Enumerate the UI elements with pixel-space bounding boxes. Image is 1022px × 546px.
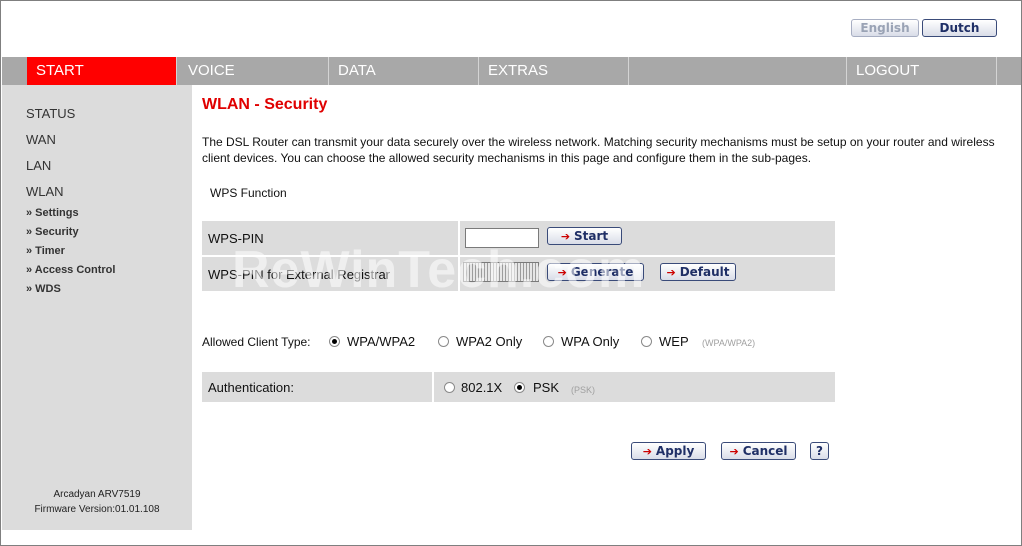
arrow-icon: ➔ — [729, 445, 739, 458]
wps-ext-label: WPS-PIN for External Registrar — [208, 267, 391, 282]
firmware-version: Firmware Version:01.01.108 — [34, 504, 160, 515]
sidebar-subitem-security[interactable]: » Security — [26, 226, 79, 238]
help-button[interactable]: ? — [810, 442, 829, 460]
wps-start-label: Start — [574, 229, 609, 243]
nav-extras[interactable]: EXTRAS — [479, 57, 629, 85]
auth-label: Authentication: — [208, 380, 295, 395]
sidebar-subitem-settings[interactable]: » Settings — [26, 207, 79, 219]
apply-label: Apply — [655, 444, 695, 458]
sidebar-item-wan[interactable]: WAN — [26, 132, 56, 147]
wps-start-button[interactable]: ➔ Start — [547, 227, 622, 245]
radio-psk[interactable] — [514, 382, 525, 393]
arrow-icon: ➔ — [557, 266, 567, 279]
option-psk[interactable]: PSK — [533, 380, 559, 395]
radio-wpa-wpa2[interactable] — [329, 336, 340, 347]
wps-default-label: Default — [679, 265, 730, 279]
client-type-label: Allowed Client Type: — [202, 335, 311, 349]
option-wpa-wpa2[interactable]: WPA/WPA2 — [347, 334, 415, 349]
nav-spacer — [629, 57, 847, 85]
wps-pin-label: WPS-PIN — [208, 231, 264, 246]
page-description: The DSL Router can transmit your data se… — [202, 135, 995, 165]
radio-wpa-only[interactable] — [543, 336, 554, 347]
sidebar-item-wlan[interactable]: WLAN — [26, 184, 64, 199]
page-title: WLAN - Security — [202, 96, 328, 113]
wps-generate-button[interactable]: ➔ Generate — [547, 263, 644, 281]
arrow-icon: ➔ — [560, 230, 571, 243]
sidebar-item-status[interactable]: STATUS — [26, 106, 75, 121]
radio-wpa2-only[interactable] — [438, 336, 449, 347]
option-wep[interactable]: WEP — [659, 334, 689, 349]
arrow-icon: ➔ — [666, 266, 676, 279]
dutch-button[interactable]: Dutch — [922, 19, 997, 37]
row-divider — [432, 372, 434, 402]
cancel-button[interactable]: ➔ Cancel — [721, 442, 796, 460]
cancel-label: Cancel — [742, 444, 788, 458]
nav-voice[interactable]: VOICE — [179, 57, 329, 85]
top-nav: START VOICE DATA EXTRAS LOGOUT — [2, 57, 1021, 85]
nav-data[interactable]: DATA — [329, 57, 479, 85]
client-type-hint: (WPA/WPA2) — [702, 338, 756, 348]
option-wpa-only[interactable]: WPA Only — [561, 334, 619, 349]
sidebar-item-lan[interactable]: LAN — [26, 158, 51, 173]
nav-start[interactable]: START — [27, 57, 177, 85]
radio-8021x[interactable] — [444, 382, 455, 393]
auth-hint: (PSK) — [571, 385, 596, 395]
sidebar-subitem-access-control[interactable]: » Access Control — [26, 264, 115, 276]
wps-default-button[interactable]: ➔ Default — [660, 263, 736, 281]
apply-button[interactable]: ➔ Apply — [631, 442, 706, 460]
row-divider — [458, 257, 460, 291]
wps-generate-label: Generate — [570, 265, 634, 279]
sidebar: STATUS WAN LAN WLAN » Settings » Securit… — [2, 85, 192, 530]
wps-section-label: WPS Function — [210, 186, 287, 200]
row-divider — [458, 221, 460, 255]
wps-pin-display — [463, 262, 539, 282]
sidebar-subitem-wds[interactable]: » WDS — [26, 283, 61, 295]
nav-logout[interactable]: LOGOUT — [847, 57, 997, 85]
device-model: Arcadyan ARV7519 — [53, 489, 141, 500]
option-wpa2-only[interactable]: WPA2 Only — [456, 334, 522, 349]
option-8021x[interactable]: 802.1X — [461, 380, 502, 395]
wps-pin-input[interactable] — [465, 228, 539, 248]
radio-wep[interactable] — [641, 336, 652, 347]
english-button[interactable]: English — [851, 19, 919, 37]
arrow-icon: ➔ — [642, 445, 652, 458]
sidebar-subitem-timer[interactable]: » Timer — [26, 245, 65, 257]
